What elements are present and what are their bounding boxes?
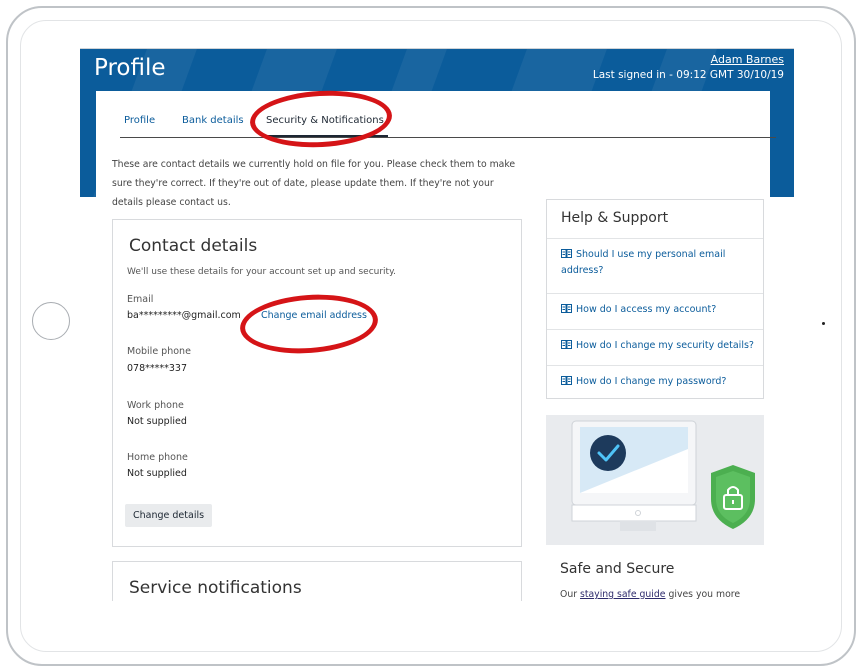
contact-details-card: Contact details We'll use these details … [112, 219, 522, 547]
checkmark-icon [590, 435, 626, 471]
email-value: ba*********@gmail.com [127, 310, 241, 321]
help-item-label: How do I change my security details? [576, 340, 754, 351]
home-phone-value: Not supplied [127, 468, 187, 479]
email-label: Email [127, 294, 154, 305]
book-icon [561, 304, 572, 313]
safe-secure-card: Safe and Secure Our staying safe guide g… [546, 415, 764, 601]
tab-bar: Profile Bank details Security & Notifica… [120, 91, 776, 138]
tab-bank-details[interactable]: Bank details [182, 115, 244, 126]
tab-profile[interactable]: Profile [124, 115, 155, 126]
intro-text: These are contact details we currently h… [112, 159, 516, 208]
contact-subtext: We'll use these details for your account… [127, 267, 396, 277]
page-title: Profile [94, 55, 166, 81]
book-icon [561, 376, 572, 385]
change-details-button[interactable]: Change details [125, 504, 213, 527]
help-item-label: How do I access my account? [576, 304, 717, 315]
work-phone-value: Not supplied [127, 416, 187, 427]
help-support-heading: Help & Support [561, 210, 669, 226]
safe-secure-text: Our staying safe guide gives you more in… [560, 587, 756, 601]
camera-dot [822, 322, 825, 325]
safe-text-before: Our [560, 589, 580, 600]
help-item-change-password[interactable]: How do I change my password? [547, 365, 763, 398]
last-signed-in: Last signed in - 09:12 GMT 30/10/19 [592, 69, 784, 81]
tab-security-notifications[interactable]: Security & Notifications [262, 115, 388, 137]
book-icon [561, 340, 572, 349]
mobile-phone-label: Mobile phone [127, 346, 191, 357]
contact-details-heading: Contact details [129, 236, 258, 256]
content-panel: Profile Bank details Security & Notifica… [96, 91, 776, 601]
home-phone-label: Home phone [127, 452, 188, 463]
security-illustration [546, 415, 764, 545]
service-notifications-card: Service notifications [112, 561, 522, 601]
book-icon [561, 249, 572, 258]
home-button[interactable] [32, 302, 70, 340]
help-support-card: Help & Support Should I use my personal … [546, 199, 764, 399]
mobile-phone-value: 078*****337 [127, 363, 188, 374]
help-item-personal-email[interactable]: Should I use my personal email address? [547, 238, 763, 293]
work-phone-label: Work phone [127, 400, 184, 411]
change-email-link[interactable]: Change email address [261, 310, 367, 321]
help-item-access-account[interactable]: How do I access my account? [547, 293, 763, 329]
user-name-link[interactable]: Adam Barnes [711, 53, 784, 66]
help-item-label: How do I change my password? [576, 376, 727, 387]
monitor-icon [571, 420, 755, 531]
screen: Profile Adam Barnes Last signed in - 09:… [80, 48, 794, 601]
help-item-label: Should I use my personal email address? [561, 249, 726, 276]
safe-secure-heading: Safe and Secure [560, 561, 675, 577]
staying-safe-guide-link[interactable]: staying safe guide [580, 589, 666, 600]
help-item-security-details[interactable]: How do I change my security details? [547, 329, 763, 365]
service-notifications-heading: Service notifications [129, 578, 302, 598]
